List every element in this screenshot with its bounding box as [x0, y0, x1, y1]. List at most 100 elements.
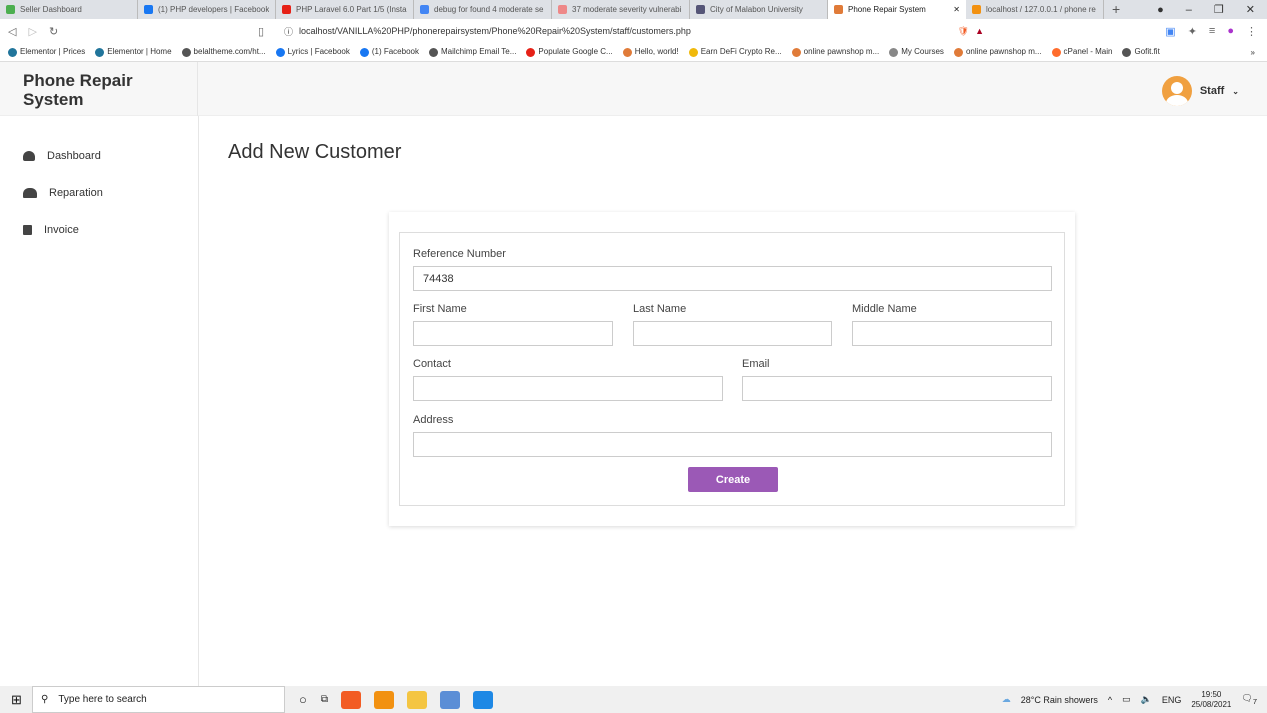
tab-favicon: [558, 5, 567, 14]
bookmark-favicon: [275, 47, 285, 57]
bookmark-item[interactable]: Earn DeFi Crypto Re...: [688, 47, 782, 57]
tab-favicon: [6, 5, 15, 14]
vscode-taskbar-icon[interactable]: [473, 690, 493, 709]
taskbar-search[interactable]: ⚲ Type here to search: [32, 686, 285, 713]
notifications-icon[interactable]: 🗨7: [1241, 693, 1257, 706]
sublime-taskbar-icon[interactable]: [374, 690, 394, 709]
browser-tab[interactable]: Phone Repair System ✕: [828, 0, 966, 19]
bookmark-item[interactable]: cPanel - Main: [1051, 47, 1112, 57]
email-input[interactable]: [742, 376, 1052, 401]
taskbar: ⊞ ⚲ Type here to search ○ ⧉ ☁ 28°C Rain s…: [0, 686, 1267, 713]
tab-favicon: [696, 5, 705, 14]
close-window-button[interactable]: ✕: [1246, 3, 1255, 16]
playlist-icon[interactable]: ≡: [1209, 25, 1215, 38]
browser-tab[interactable]: PHP Laravel 6.0 Part 1/5 (Installa: [276, 0, 414, 19]
windows-start-icon[interactable]: ⊞: [11, 692, 22, 708]
extensions-icon[interactable]: ✦: [1188, 25, 1197, 38]
bookmark-item[interactable]: online pawnshop m...: [791, 47, 879, 57]
user-menu[interactable]: Staff ⌄: [1161, 76, 1239, 106]
maximize-button[interactable]: ❐: [1214, 3, 1224, 16]
bookmark-item[interactable]: My Courses: [889, 47, 944, 57]
browser-tab[interactable]: debug for found 4 moderate se: [414, 0, 552, 19]
bookmark-favicon: [791, 47, 801, 57]
sidebar-item-reparation[interactable]: Reparation: [23, 187, 103, 199]
bookmark-favicon: [953, 47, 963, 57]
contact-label: Contact: [413, 358, 451, 370]
brave-icon[interactable]: 🛡: [958, 26, 969, 37]
reference-number-input[interactable]: [413, 266, 1052, 291]
bookmark-favicon: [8, 47, 17, 57]
bookmark-item[interactable]: Lyrics | Facebook: [275, 47, 350, 57]
bookmark-favicon: [1122, 47, 1132, 57]
back-icon[interactable]: ◁: [8, 25, 16, 38]
translate-icon[interactable]: ▣: [1165, 25, 1175, 38]
weather[interactable]: 28°C Rain showers: [1021, 695, 1098, 705]
sidebar-item-invoice[interactable]: Invoice: [23, 224, 79, 236]
bookmark-item[interactable]: (1) Facebook: [359, 47, 419, 57]
url-field[interactable]: ⓘ localhost/VANILLA%20PHP/phonerepairsyst…: [280, 21, 990, 41]
show-hidden-icon[interactable]: ^: [1108, 695, 1112, 705]
task-view-icon[interactable]: ⧉: [321, 694, 328, 705]
close-tab-icon[interactable]: ✕: [953, 5, 960, 14]
bookmark-favicon: [1051, 47, 1061, 57]
browser-tab[interactable]: localhost / 127.0.0.1 / phone re: [966, 0, 1104, 19]
invoice-icon: [23, 225, 32, 235]
bookmark-item[interactable]: belaltheme.com/ht...: [181, 47, 266, 57]
more-bookmarks[interactable]: »: [1251, 48, 1255, 57]
bookmark-favicon: [526, 47, 536, 57]
email-label: Email: [742, 358, 770, 370]
tab-favicon: [972, 5, 981, 14]
bookmark-favicon: [95, 47, 105, 57]
cortana-icon[interactable]: ○: [299, 692, 307, 707]
bookmark-item[interactable]: Elementor | Prices: [8, 47, 85, 57]
file-explorer-icon[interactable]: [407, 690, 427, 709]
reload-icon[interactable]: ↻: [49, 25, 58, 38]
bookmark-favicon: [688, 47, 698, 57]
menu-icon[interactable]: ⋮: [1246, 25, 1257, 38]
rewards-icon[interactable]: ▲: [975, 26, 984, 36]
page-title: Add New Customer: [228, 141, 402, 163]
browser-tab[interactable]: City of Malabon University: [690, 0, 828, 19]
bookmark-favicon: [622, 47, 632, 57]
clock[interactable]: 19:50 25/08/2021: [1191, 690, 1231, 710]
info-icon: ⓘ: [284, 26, 294, 37]
new-tab-button[interactable]: +: [1104, 0, 1128, 19]
avatar: [1161, 76, 1192, 106]
browser-tab[interactable]: Seller Dashboard: [0, 0, 138, 19]
app-taskbar-icon[interactable]: [440, 690, 460, 709]
profile-icon[interactable]: ●: [1157, 4, 1164, 16]
first-name-input[interactable]: [413, 321, 613, 346]
last-name-label: Last Name: [633, 303, 687, 315]
browser-tab[interactable]: (1) PHP developers | Facebook: [138, 0, 276, 19]
browser-tab[interactable]: 37 moderate severity vulnerabi: [552, 0, 690, 19]
middle-name-input[interactable]: [852, 321, 1052, 346]
minimize-button[interactable]: –: [1186, 4, 1192, 16]
app-header: Phone Repair System Staff ⌄: [0, 62, 1267, 116]
chevron-down-icon: ⌄: [1232, 86, 1239, 96]
lang[interactable]: ENG: [1162, 695, 1182, 705]
bookmark-item[interactable]: Gofit.fit: [1122, 47, 1160, 57]
tab-favicon: [282, 5, 291, 14]
sidebar-item-dashboard[interactable]: Dashboard: [23, 150, 101, 162]
bookmark-item[interactable]: Mailchimp Email Te...: [428, 47, 516, 57]
profile-avatar-icon[interactable]: ●: [1227, 25, 1234, 38]
bookmark-item[interactable]: Elementor | Home: [95, 47, 172, 57]
reference-label: Reference Number: [413, 248, 506, 260]
volume-icon[interactable]: 🔈: [1141, 694, 1152, 705]
brave-taskbar-icon[interactable]: [341, 690, 361, 709]
weather-icon[interactable]: ☁: [1002, 694, 1011, 705]
bookmark-item[interactable]: Hello, world!: [622, 47, 679, 57]
network-icon[interactable]: ▭: [1122, 694, 1131, 705]
bookmark-favicon: [359, 47, 369, 57]
bookmark-item[interactable]: online pawnshop m...: [953, 47, 1042, 57]
brand: Phone Repair System: [0, 62, 198, 116]
last-name-input[interactable]: [633, 321, 832, 346]
forward-icon[interactable]: ▷: [28, 25, 36, 38]
create-button[interactable]: Create: [688, 467, 778, 492]
bookmark-icon[interactable]: ▯: [258, 25, 264, 38]
customer-form-card: Reference Number First Name Last Name Mi…: [389, 212, 1075, 526]
address-input[interactable]: [413, 432, 1052, 457]
contact-input[interactable]: [413, 376, 723, 401]
tab-bar: Seller Dashboard (1) PHP developers | Fac…: [0, 0, 1267, 19]
bookmark-item[interactable]: Populate Google C...: [526, 47, 613, 57]
